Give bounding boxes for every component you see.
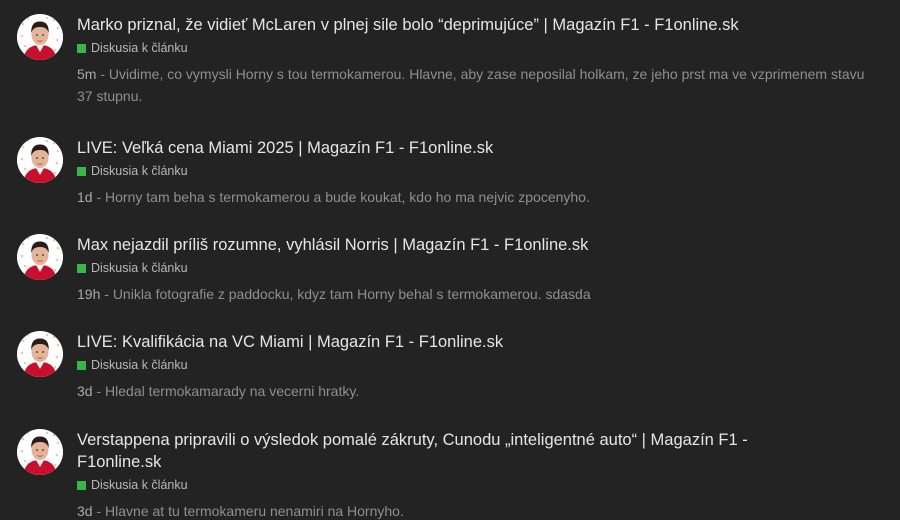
- feed-item-content: Marko priznal, že vidieť McLaren v plnej…: [77, 14, 877, 107]
- discussion-tag[interactable]: Diskusia k článku: [77, 356, 877, 374]
- discussion-tag-label: Diskusia k článku: [91, 358, 188, 372]
- comment-feed: Marko priznal, že vidieť McLaren v plnej…: [0, 0, 900, 520]
- comment-separator: -: [100, 286, 113, 302]
- green-square-icon: [77, 166, 86, 176]
- feed-item-content: LIVE: Veľká cena Miami 2025 | Magazín F1…: [77, 137, 877, 208]
- user-avatar-icon[interactable]: [17, 14, 63, 60]
- comment-separator: -: [96, 66, 109, 82]
- comment-separator: -: [92, 383, 106, 399]
- discussion-tag-label: Diskusia k článku: [91, 261, 188, 275]
- feed-item-content: LIVE: Kvalifikácia na VC Miami | Magazín…: [77, 331, 877, 402]
- comment-text: 1d - Horny tam beha s termokamerou a bud…: [77, 186, 877, 208]
- article-title-link[interactable]: Marko priznal, že vidieť McLaren v plnej…: [77, 14, 877, 36]
- comment-time: 3d: [77, 503, 93, 519]
- feed-item-content: Verstappena pripravili o výsledok pomalé…: [77, 429, 877, 520]
- comment-text: 5m - Uvidime, co vymysli Horny s tou ter…: [77, 63, 877, 107]
- article-title-link[interactable]: Verstappena pripravili o výsledok pomalé…: [77, 429, 777, 473]
- feed-item-content: Max nejazdil príliš rozumne, vyhlásil No…: [77, 234, 877, 305]
- article-title-link[interactable]: LIVE: Kvalifikácia na VC Miami | Magazín…: [77, 331, 877, 353]
- user-avatar-icon[interactable]: [17, 137, 63, 183]
- comment-text: 3d - Hledal termokamarady na vecerni hra…: [77, 380, 877, 402]
- green-square-icon: [77, 263, 86, 273]
- comment-separator: -: [92, 189, 106, 205]
- article-title-link[interactable]: Max nejazdil príliš rozumne, vyhlásil No…: [77, 234, 877, 256]
- comment-body: Hledal termokamarady na vecerni hratky.: [105, 383, 360, 399]
- user-avatar-icon[interactable]: [17, 429, 63, 475]
- article-title-link[interactable]: LIVE: Veľká cena Miami 2025 | Magazín F1…: [77, 137, 877, 159]
- user-avatar-icon[interactable]: [17, 331, 63, 377]
- comment-time: 19h: [77, 286, 101, 302]
- comment-time: 3d: [77, 383, 93, 399]
- user-avatar-icon[interactable]: [17, 234, 63, 280]
- discussion-tag[interactable]: Diskusia k článku: [77, 39, 877, 57]
- comment-body: Uvidime, co vymysli Horny s tou termokam…: [77, 66, 865, 104]
- comment-text: 19h - Unikla fotografie z paddocku, kdyz…: [77, 283, 877, 305]
- green-square-icon: [77, 43, 86, 53]
- comment-time: 1d: [77, 189, 93, 205]
- discussion-tag-label: Diskusia k článku: [91, 478, 188, 492]
- discussion-tag[interactable]: Diskusia k článku: [77, 162, 877, 180]
- discussion-tag-label: Diskusia k článku: [91, 164, 188, 178]
- comment-text: 3d - Hlavne at tu termokameru nenamiri n…: [77, 500, 877, 520]
- comment-time: 5m: [77, 66, 97, 82]
- comment-body: Hlavne at tu termokameru nenamiri na Hor…: [105, 503, 404, 519]
- comment-body: Horny tam beha s termokamerou a bude kou…: [105, 189, 590, 205]
- discussion-tag[interactable]: Diskusia k článku: [77, 259, 877, 277]
- green-square-icon: [77, 480, 86, 490]
- discussion-tag-label: Diskusia k článku: [91, 41, 188, 55]
- comment-separator: -: [92, 503, 106, 519]
- discussion-tag[interactable]: Diskusia k článku: [77, 476, 877, 494]
- green-square-icon: [77, 360, 86, 370]
- comment-body: Unikla fotografie z paddocku, kdyz tam H…: [112, 286, 591, 302]
